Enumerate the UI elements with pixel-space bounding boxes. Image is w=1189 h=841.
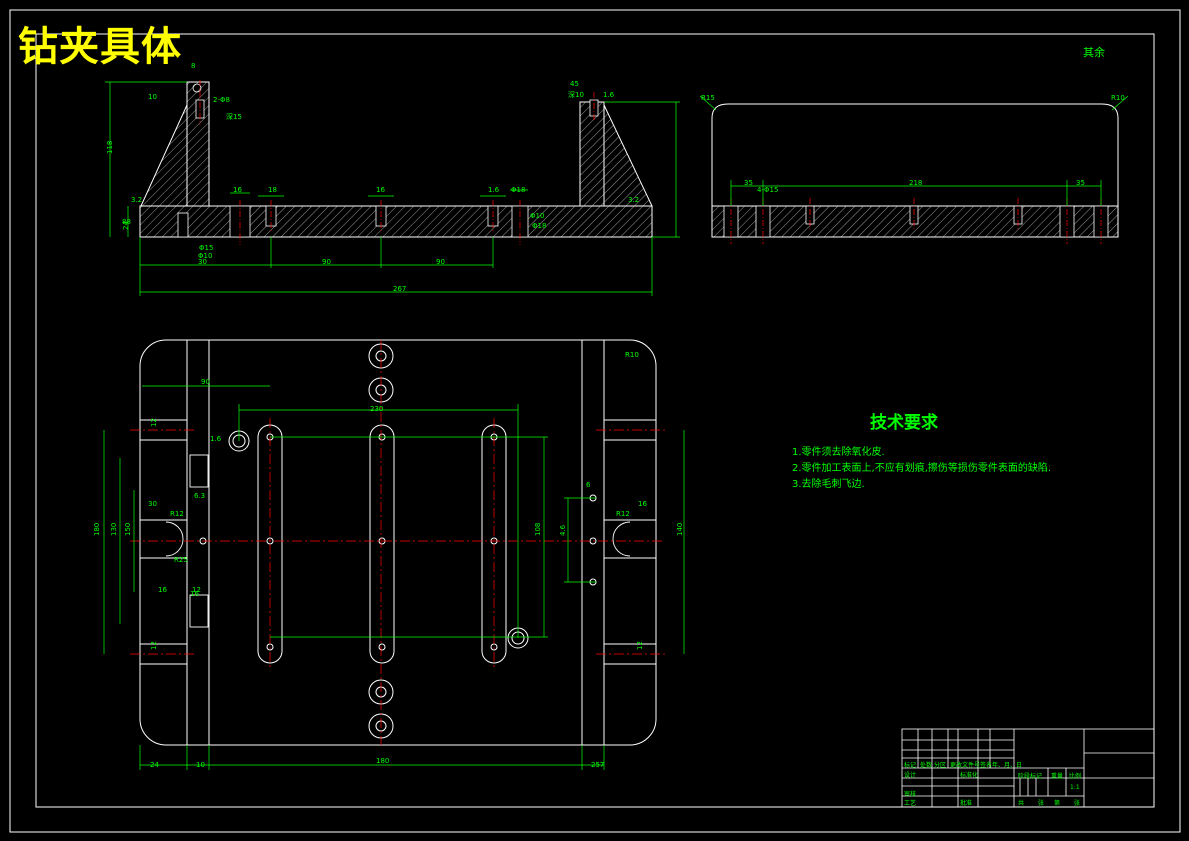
tb-scale: 比例 bbox=[1069, 773, 1082, 780]
tb-mark: 标记 bbox=[904, 762, 917, 769]
dimension-label: 1.6 bbox=[210, 435, 222, 443]
tb-review: 审核 bbox=[904, 791, 917, 798]
dimension-label: 35 bbox=[1076, 179, 1085, 187]
dimension-label: 18 bbox=[268, 186, 277, 194]
dimension-label: 2-Φ8 bbox=[213, 96, 230, 104]
tb-sheet-2: 张 bbox=[1074, 800, 1081, 807]
dimension-label: 16 bbox=[638, 500, 647, 508]
dimension-label: Φ18 bbox=[532, 222, 547, 230]
tb-design: 设计 bbox=[904, 772, 917, 779]
dimension-label: 150 bbox=[124, 522, 132, 536]
tb-scale-value: 1:1 bbox=[1070, 784, 1080, 791]
front-section-view bbox=[105, 80, 680, 296]
dimension-label: 180 bbox=[376, 757, 390, 765]
dimension-label: R12 bbox=[170, 510, 184, 518]
dimension-label: 257 bbox=[591, 761, 605, 769]
dimension-label: 30 bbox=[148, 500, 157, 508]
dimension-label: 90 bbox=[322, 258, 331, 266]
dimension-label: 140 bbox=[676, 522, 684, 536]
dimension-label: 深15 bbox=[226, 113, 242, 121]
tb-no: 第 bbox=[1054, 800, 1061, 807]
dimension-label: 10 bbox=[148, 93, 157, 101]
dimension-label: 12 bbox=[636, 641, 644, 650]
dimension-label: 24 bbox=[122, 221, 130, 230]
side-view bbox=[699, 95, 1129, 244]
tb-sign: 签名 bbox=[980, 762, 993, 769]
dimension-label: 30 bbox=[198, 258, 207, 266]
tb-weight: 重量 bbox=[1051, 773, 1064, 780]
surface-roughness-note: 其余 bbox=[1083, 46, 1105, 59]
dimension-label: 6.3 bbox=[194, 492, 206, 500]
drawing-title: 钻夹具体 bbox=[18, 24, 182, 70]
dimension-label: 3.2 bbox=[131, 196, 143, 204]
tech-requirements-heading: 技术要求 bbox=[870, 413, 938, 433]
dimension-label: 24 bbox=[150, 761, 159, 769]
dimension-label: 108 bbox=[534, 522, 542, 536]
dimension-label: R12 bbox=[616, 510, 630, 518]
tb-zone: 分区 bbox=[934, 762, 947, 769]
dimension-label: 16 bbox=[376, 186, 385, 194]
dimension-label: Φ10 bbox=[530, 212, 545, 220]
dimension-label: 12 bbox=[150, 641, 158, 650]
dimension-label: 12 bbox=[192, 586, 201, 594]
tb-total: 共 bbox=[1018, 800, 1025, 807]
dimension-label: 深10 bbox=[568, 91, 584, 99]
dimension-label: 12 bbox=[150, 418, 158, 427]
tb-count: 处数 bbox=[920, 762, 933, 769]
cad-drawing bbox=[9, 9, 1181, 833]
tech-requirement-3: 3.去除毛刺飞边. bbox=[792, 479, 865, 490]
dimension-label: 267 bbox=[393, 285, 407, 293]
tb-process: 工艺 bbox=[904, 800, 917, 807]
tech-requirement-2: 2.零件加工表面上,不应有划痕,擦伤等损伤零件表面的缺陷. bbox=[792, 463, 1052, 474]
dimension-label: 1.6 bbox=[603, 91, 615, 99]
dimension-label: 35 bbox=[744, 179, 753, 187]
tb-stage: 阶段标记 bbox=[1018, 773, 1043, 780]
dimension-label: 3.2 bbox=[628, 196, 640, 204]
dimension-label: 90 bbox=[436, 258, 445, 266]
dimension-label: R10 bbox=[625, 351, 639, 359]
dimension-label: Φ18 bbox=[511, 186, 526, 194]
plan-view bbox=[103, 339, 685, 770]
dimension-label: Φ15 bbox=[199, 244, 214, 252]
dimension-label: 6 bbox=[586, 481, 591, 489]
tb-date: 年、月、日 bbox=[992, 762, 1023, 769]
dimension-label: 16 bbox=[158, 586, 167, 594]
tb-standard: 标准化 bbox=[960, 772, 979, 779]
tb-sheet-1: 张 bbox=[1038, 800, 1045, 807]
dimension-label: R10 bbox=[1111, 94, 1125, 102]
dimension-label: R15 bbox=[701, 94, 715, 102]
dimension-label: 45 bbox=[570, 80, 579, 88]
dimension-label: 130 bbox=[110, 522, 118, 536]
dimension-label: 4-Φ15 bbox=[757, 186, 779, 194]
dimension-label: 8 bbox=[191, 62, 196, 70]
dimension-label: 230 bbox=[370, 405, 384, 413]
dimension-label: 16 bbox=[233, 186, 242, 194]
dimension-label: 218 bbox=[909, 179, 923, 187]
dimension-label: 180 bbox=[93, 522, 101, 536]
tb-change-doc: 更改文件号 bbox=[950, 762, 981, 769]
dimension-label: 10 bbox=[196, 761, 205, 769]
tb-approve: 批准 bbox=[960, 800, 973, 807]
dimension-label: R25 bbox=[174, 556, 188, 564]
dimension-label: 4.6 bbox=[559, 524, 567, 536]
tech-requirement-1: 1.零件须去除氧化皮. bbox=[792, 447, 885, 458]
dimension-label: 90 bbox=[201, 378, 210, 386]
dimension-label: 1.6 bbox=[488, 186, 500, 194]
dimension-label: 118 bbox=[106, 140, 114, 154]
